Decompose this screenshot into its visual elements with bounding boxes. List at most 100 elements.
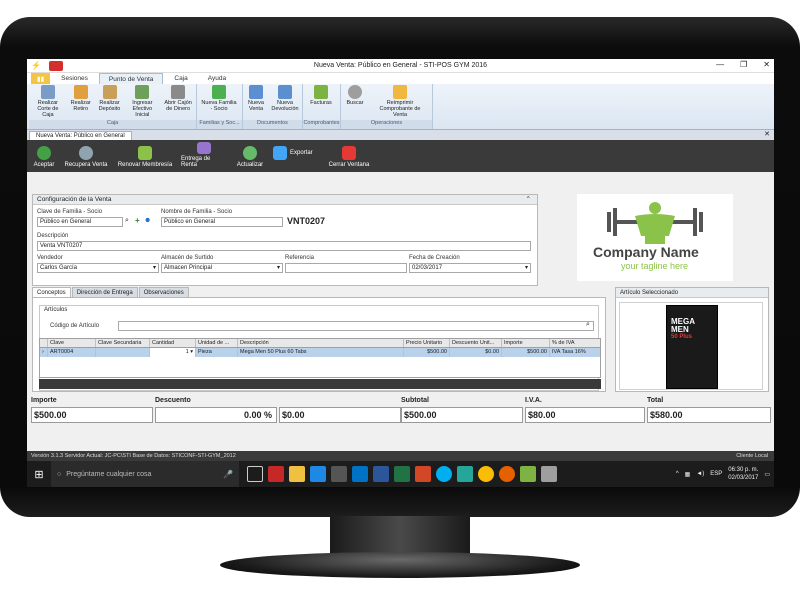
accept-button[interactable]: Aceptar <box>29 140 59 170</box>
col-unidad[interactable]: Unidad de ... <box>196 339 238 347</box>
company-tagline: your tagline here <box>621 261 689 271</box>
nueva-familia-button[interactable]: Nueva Familia - Socio <box>197 84 241 120</box>
family-key-field[interactable]: Público en General <box>37 217 123 227</box>
articles-group-title: Artículos <box>44 307 68 313</box>
cell-iva[interactable]: IVA Tasa 16% <box>550 348 598 357</box>
group-name-documentos: Documentos <box>243 120 302 129</box>
tab-ayuda[interactable]: Ayuda <box>199 73 235 84</box>
sti-pos-icon[interactable] <box>541 466 557 482</box>
tray-expand-icon[interactable]: ^ <box>676 471 679 477</box>
col-importe[interactable]: Importe <box>502 339 550 347</box>
tab-observaciones[interactable]: Observaciones <box>138 287 189 297</box>
renew-membership-button[interactable]: Renovar Membresía <box>113 140 177 170</box>
cell-importe[interactable]: $500.00 <box>502 348 550 357</box>
cell-descripcion[interactable]: Mega Men 50 Plus 60 Tabs <box>238 348 404 357</box>
col-precio-unitario[interactable]: Precio Unitario <box>404 339 450 347</box>
close-window-button[interactable]: Cerrar Ventana <box>321 140 377 170</box>
tab-caja[interactable]: Caja <box>165 73 196 84</box>
tab-conceptos[interactable]: Conceptos <box>32 287 71 297</box>
language-indicator[interactable]: ESP <box>710 471 722 477</box>
nueva-devolucion-button[interactable]: Nueva Devolución <box>269 84 301 120</box>
volume-icon[interactable]: ◄) <box>696 471 704 477</box>
rental-icon <box>197 142 211 154</box>
minimize-icon[interactable]: — <box>716 60 724 69</box>
close-document-icon[interactable]: ✕ <box>764 130 770 138</box>
search-family-icon[interactable]: ⌕ <box>125 217 129 225</box>
reference-field[interactable] <box>285 263 407 273</box>
tab-punto-de-venta[interactable]: Punto de Venta <box>98 73 164 84</box>
cell-precio[interactable]: $500.00 <box>404 348 450 357</box>
warehouse-select[interactable]: Almacen Principal <box>161 263 283 273</box>
calculator-icon[interactable] <box>331 466 347 482</box>
update-button[interactable]: Actualizar <box>231 140 269 170</box>
date-picker[interactable]: 02/03/2017 <box>409 263 531 273</box>
notifications-icon[interactable]: ▭ <box>764 471 770 478</box>
buscar-button[interactable]: Buscar <box>341 84 369 120</box>
retiro-button[interactable]: Realizar Retiro <box>67 84 95 120</box>
file-tab[interactable]: ▮▮ <box>31 73 51 84</box>
add-family-icon[interactable]: + <box>135 216 140 225</box>
article-code-input[interactable] <box>118 321 594 331</box>
pinned-app-cyan-icon[interactable] <box>457 466 473 482</box>
chrome-icon[interactable] <box>478 466 494 482</box>
cortana-search[interactable]: ○ Pregúntame cualquier cosa 🎤 <box>51 461 239 487</box>
efectivo-inicial-button[interactable]: Ingresar Efectivo Inicial <box>124 84 160 120</box>
excel-icon[interactable] <box>394 466 410 482</box>
cell-descuento[interactable]: $0.00 <box>450 348 502 357</box>
seller-select[interactable]: Carlos García <box>37 263 159 273</box>
cell-cantidad[interactable]: 1 ▾ <box>150 348 196 357</box>
document-tab-nueva-venta[interactable]: Nueva Venta: Público en General <box>29 131 132 140</box>
recover-sale-button[interactable]: Recupera Venta <box>59 140 113 170</box>
cell-unidad[interactable]: Pieza <box>196 348 238 357</box>
windows-start-icon[interactable]: ⊞ <box>27 461 51 487</box>
network-icon[interactable]: ▦ <box>685 471 691 478</box>
collapse-icon[interactable]: ⌃ <box>526 195 531 205</box>
family-key-label: Clave de Familia - Socio <box>37 209 103 215</box>
corte-caja-button[interactable]: Realizar Corte de Caja <box>29 84 67 120</box>
cell-clave[interactable]: ART0004 <box>48 348 96 357</box>
close-window-icon <box>342 146 356 160</box>
facturas-button[interactable]: Facturas <box>303 84 339 120</box>
description-field[interactable]: Venta VNT0207 <box>37 241 531 251</box>
table-row[interactable]: › ART0004 1 ▾ Pieza Mega Men 50 Plus 60 … <box>40 348 600 357</box>
discount-percent-input[interactable]: 0.00 % <box>155 407 277 423</box>
microphone-icon[interactable]: 🎤 <box>223 470 233 479</box>
export-button[interactable]: Exportar <box>269 140 321 162</box>
pinned-app-blue-icon[interactable] <box>310 466 326 482</box>
powerpoint-icon[interactable] <box>415 466 431 482</box>
col-clave-secundaria[interactable]: Clave Secundaria <box>96 339 150 347</box>
col-iva[interactable]: % de IVA <box>550 339 598 347</box>
task-view-icon[interactable] <box>247 466 263 482</box>
tab-sesiones[interactable]: Sesiones <box>52 73 97 84</box>
tray-clock[interactable]: 06:30 p. m. 02/03/2017 <box>728 466 758 482</box>
outlook-icon[interactable] <box>352 466 368 482</box>
tab-direccion-entrega[interactable]: Dirección de Entrega <box>71 287 138 297</box>
word-icon[interactable] <box>373 466 389 482</box>
abrir-cajon-button[interactable]: Abrir Cajón de Dinero <box>160 84 196 120</box>
date-label: Fecha de Creación <box>409 255 460 261</box>
col-descripcion[interactable]: Descripción <box>238 339 404 347</box>
maximize-icon[interactable]: ❐ <box>740 60 747 69</box>
pinned-app-red-icon[interactable] <box>268 466 284 482</box>
col-descuento[interactable]: Descuento Unit... <box>450 339 502 347</box>
article-search-icon[interactable]: ⌕ <box>586 321 590 329</box>
file-explorer-icon[interactable] <box>289 466 305 482</box>
family-members-icon[interactable]: ☻ <box>144 217 151 224</box>
cell-clave-secundaria[interactable] <box>96 348 150 357</box>
family-name-field[interactable]: Público en General <box>161 217 283 227</box>
seller-label: Vendedor <box>37 255 63 261</box>
rental-delivery-button[interactable]: Entrega de Renta <box>177 140 231 170</box>
nueva-venta-button[interactable]: Nueva Venta <box>243 84 269 120</box>
col-cantidad[interactable]: Cantidad <box>150 339 196 347</box>
firefox-icon[interactable] <box>499 466 515 482</box>
skype-icon[interactable] <box>436 466 452 482</box>
deposito-button[interactable]: Realizar Depósito <box>95 84 125 120</box>
reimprimir-button[interactable]: Reimprimir Comprobante de Venta <box>369 84 431 120</box>
monitor-frame: ⚡ Nueva Venta: Público en General - STI-… <box>0 17 800 517</box>
cortana-placeholder: Pregúntame cualquier cosa <box>66 470 152 478</box>
close-icon[interactable]: ✕ <box>763 60 770 69</box>
refresh-icon <box>243 146 257 160</box>
group-name-operaciones: Operaciones <box>341 120 432 129</box>
pinned-app-green-icon[interactable] <box>520 466 536 482</box>
col-clave[interactable]: Clave <box>48 339 96 347</box>
